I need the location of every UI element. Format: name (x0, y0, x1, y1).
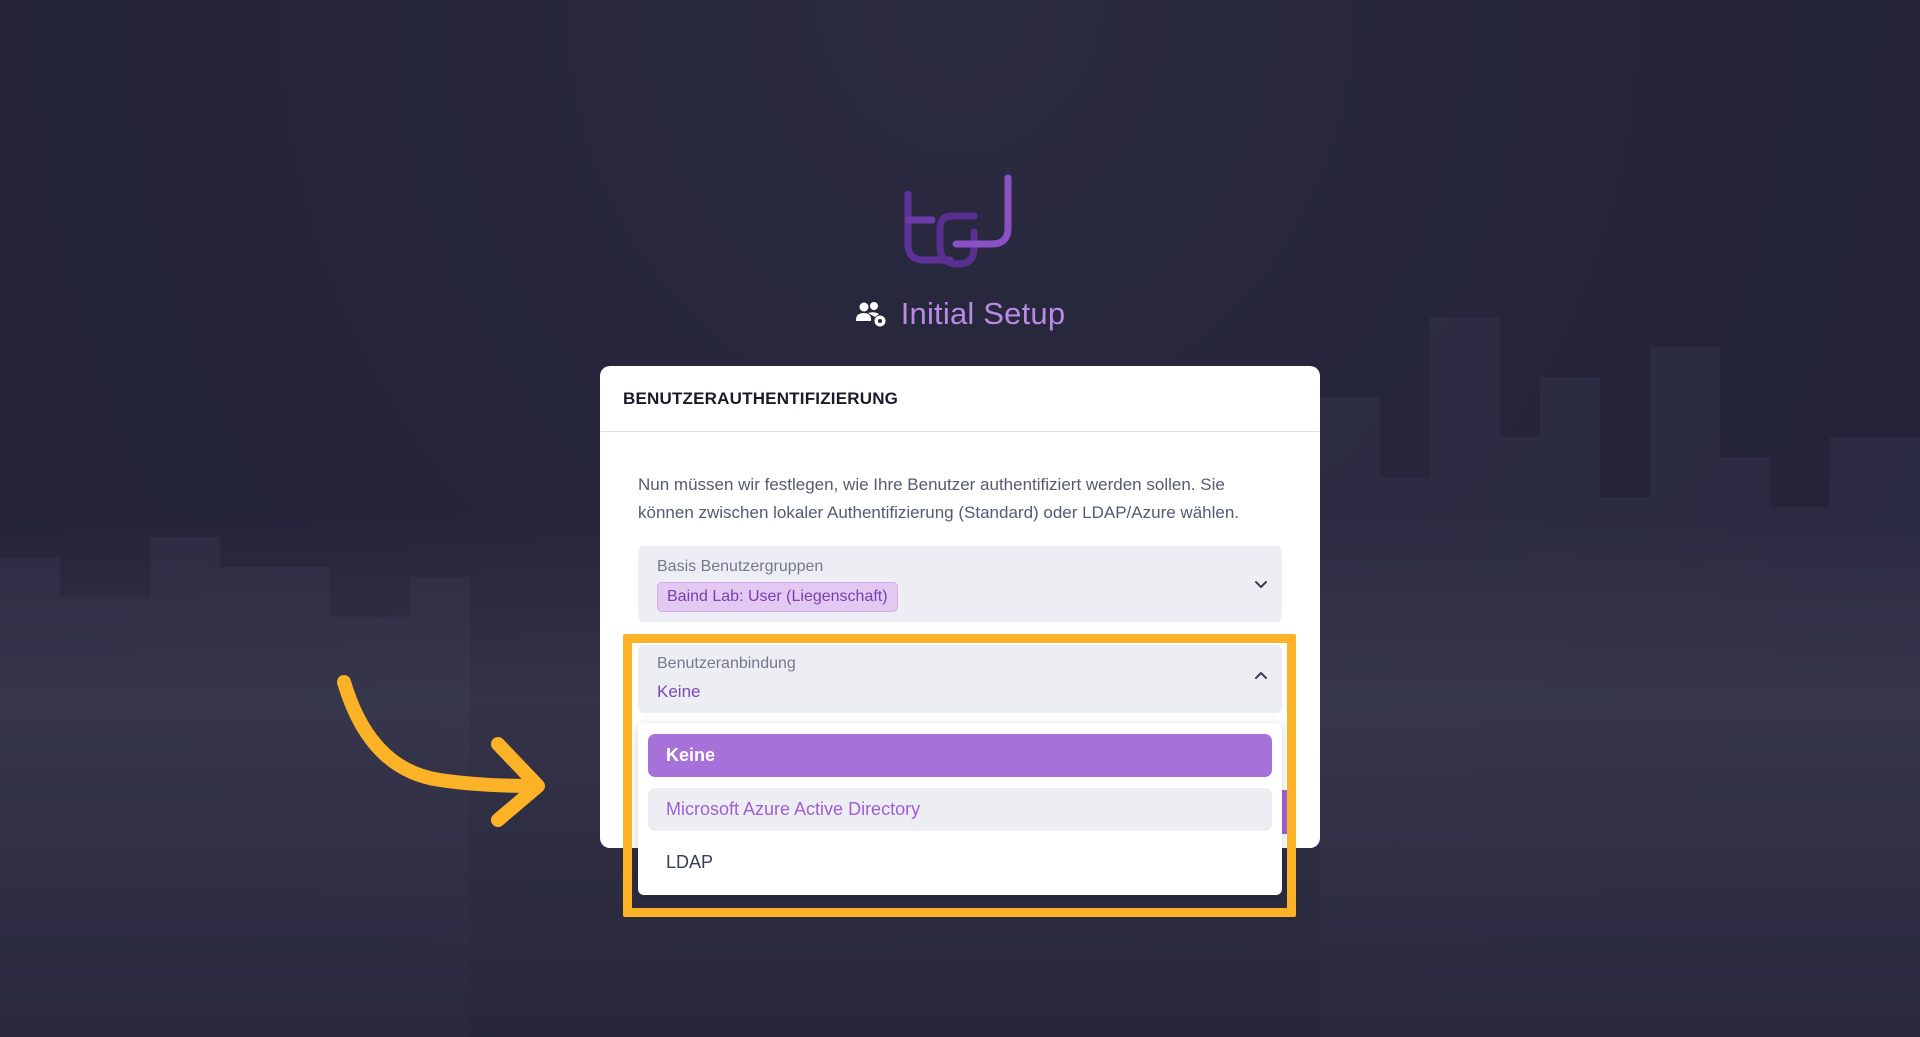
card-header: BENUTZERAUTHENTIFIZIERUNG (600, 366, 1320, 432)
option-ldap[interactable]: LDAP (648, 841, 1272, 884)
user-binding-options: Keine Microsoft Azure Active Directory L… (638, 723, 1282, 895)
brand-logo-icon (904, 174, 1012, 268)
chevron-down-icon[interactable] (1254, 579, 1268, 589)
user-binding-select[interactable]: Benutzeranbindung Keine (638, 645, 1282, 713)
base-user-groups-label: Basis Benutzergruppen (657, 558, 824, 575)
base-user-groups-select[interactable]: Basis Benutzergruppen Baind Lab: User (L… (638, 546, 1282, 622)
user-binding-value: Keine (657, 682, 701, 701)
card-description: Nun müssen wir festlegen, wie Ihre Benut… (638, 475, 1240, 522)
user-binding-label: Benutzeranbindung (657, 655, 796, 672)
option-azure-ad[interactable]: Microsoft Azure Active Directory (648, 788, 1272, 831)
curved-arrow-icon (337, 675, 545, 827)
page-title: Initial Setup (900, 296, 1066, 331)
users-gear-icon (855, 302, 886, 327)
selected-group-chip[interactable]: Baind Lab: User (Liegenschaft) (657, 582, 898, 612)
page-title-row: Initial Setup (0, 296, 1920, 332)
chevron-up-icon[interactable] (1254, 671, 1268, 681)
option-keine[interactable]: Keine (648, 734, 1272, 777)
